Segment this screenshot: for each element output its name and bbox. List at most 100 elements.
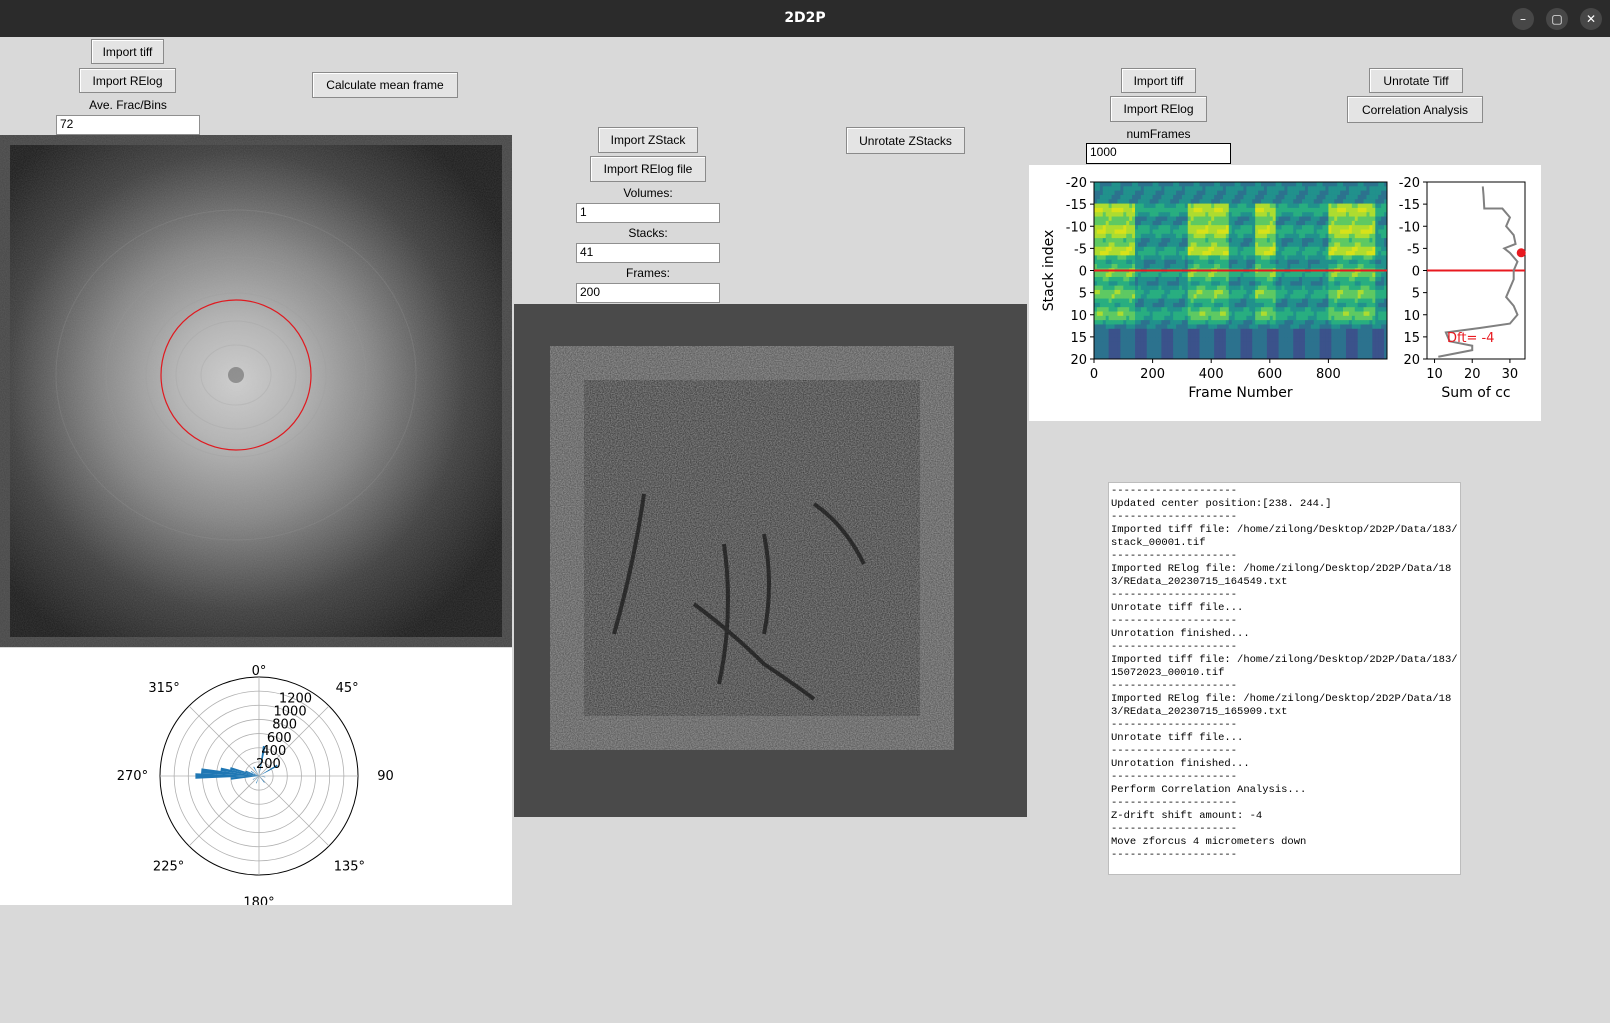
y-tick-label: 15 [1403,331,1420,346]
x-tick-label: 400 [1199,367,1224,382]
y-tick-label: 0 [1079,265,1087,280]
import-relog-file-button[interactable]: Import RElog file [590,156,706,182]
x-tick-label: 0 [1090,367,1098,382]
import-relog-button[interactable]: Import RElog [79,68,176,93]
zstack-panel [514,304,1027,817]
angle-label: 225° [153,859,184,874]
y-tick-label: -10 [1399,220,1420,235]
radial-tick-label: 800 [272,718,297,733]
log-line: Z-drift shift amount: -4 [1111,810,1263,822]
mean-frame-panel [0,135,512,647]
bins-input[interactable]: 72 [56,115,200,135]
y-tick-label: -15 [1399,198,1420,213]
volumes-input[interactable]: 1 [576,203,720,223]
log-line: Unrotate tiff file... [1111,732,1244,744]
log-line: -------------------- [1111,823,1238,835]
x-tick-label: 600 [1257,367,1282,382]
log-line: Unrotate tiff file... [1111,602,1244,614]
frames-label: Frames: [625,266,670,280]
y-tick-label: -15 [1066,198,1087,213]
y-tick-label: 0 [1412,265,1420,280]
radial-tick-label: 200 [256,757,281,772]
y-tick-label: 5 [1412,287,1420,302]
import-tiff-button-right[interactable]: Import tiff [1121,68,1196,93]
minimize-icon[interactable]: – [1512,8,1534,30]
angle-label: 45° [336,681,359,696]
log-line: -------------------- [1111,680,1238,692]
log-line: -------------------- [1111,615,1238,627]
log-line: Updated center position:[238. 244.] [1111,498,1332,510]
angular-gridline [188,705,260,777]
bins-label: Ave. Frac/Bins [89,98,167,112]
angle-label: 90 [377,769,394,784]
unrotate-zstacks-button[interactable]: Unrotate ZStacks [846,127,965,154]
y-tick-label: -10 [1066,220,1087,235]
maximize-icon[interactable]: ▢ [1546,8,1568,30]
x-tick-label: 800 [1316,367,1341,382]
close-icon[interactable]: ✕ [1580,8,1602,30]
log-line: -------------------- [1111,719,1238,731]
log-output[interactable]: -------------------- Updated center posit… [1108,482,1461,875]
import-tiff-button[interactable]: Import tiff [91,39,164,64]
y-tick-label: 20 [1070,353,1087,368]
numframes-label: numFrames [1126,127,1191,141]
frames-input[interactable]: 200 [576,283,720,303]
title-bar: 2D2P – ▢ ✕ [0,0,1610,37]
y-tick-label: 10 [1070,309,1087,324]
x-tick-label: 20 [1464,367,1481,382]
angle-label: 315° [148,681,179,696]
x-tick-label: 30 [1502,367,1519,382]
mean-frame-image[interactable] [0,135,512,647]
log-line: Imported RElog file: /home/zilong/Deskto… [1111,693,1452,718]
line-plot-x-label: Sum of cc [1441,385,1510,401]
numframes-input[interactable]: 1000 [1086,143,1231,164]
x-tick-label: 10 [1426,367,1443,382]
log-line: Imported tiff file: /home/zilong/Desktop… [1111,654,1458,679]
log-line: -------------------- [1111,641,1238,653]
correlation-analysis-button[interactable]: Correlation Analysis [1347,96,1483,123]
log-line: Unrotation finished... [1111,628,1250,640]
drift-annotation: Dft= -4 [1447,331,1494,346]
log-line: -------------------- [1111,485,1238,497]
radial-tick-label: 600 [267,731,292,746]
correlation-chart-panel: -20 -15 -10 -5 0 5 10 15 20 0 200 400 600 800 Frame Nu… [1029,165,1541,421]
angle-label: 180° [243,896,274,905]
y-tick-label: -20 [1399,176,1420,191]
y-tick-label: -5 [1407,242,1420,257]
angle-label: 0° [252,664,267,679]
radial-tick-label: 1000 [274,705,307,720]
stacks-label: Stacks: [628,226,668,240]
heatmap-x-label: Frame Number [1188,385,1293,401]
y-tick-label: 10 [1403,309,1420,324]
volumes-label: Volumes: [623,186,673,200]
radial-tick-label: 1200 [279,692,312,707]
angular-gridline [188,775,260,847]
unrotate-tiff-button[interactable]: Unrotate Tiff [1369,68,1463,93]
heatmap-y-label: Stack index [1041,230,1057,312]
y-tick-label: -5 [1074,242,1087,257]
drift-point [1516,248,1526,258]
angle-label: 270° [117,769,148,784]
log-line: Perform Correlation Analysis... [1111,784,1307,796]
y-tick-label: 20 [1403,353,1420,368]
import-zstack-button[interactable]: Import ZStack [598,127,698,153]
polar-plot-panel: 0° 45° 90 135° 180° 225° 270° 315° 200 400 600 800 1… [0,648,512,911]
y-tick-label: 5 [1079,287,1087,302]
window-title: 2D2P [784,10,826,26]
stacks-input[interactable]: 41 [576,243,720,263]
y-tick-label: -20 [1066,176,1087,191]
radial-tick-label: 400 [261,744,286,759]
polar-histogram: 0°45°90135°180°225°270°315°2004006008001… [117,664,394,911]
log-line: Unrotation finished... [1111,758,1250,770]
log-line: -------------------- [1111,511,1238,523]
zstack-image[interactable] [514,304,1027,817]
import-relog-button-right[interactable]: Import RElog [1110,96,1207,122]
y-tick-label: 15 [1070,331,1087,346]
log-line: -------------------- [1111,589,1238,601]
log-line: -------------------- [1111,745,1238,757]
log-line: -------------------- [1111,849,1238,861]
correlation-charts: -20-15-10-5051015200 200 400 600 800Frame Nu… [1041,176,1526,401]
log-line: -------------------- [1111,550,1238,562]
calculate-mean-frame-button[interactable]: Calculate mean frame [312,72,458,98]
x-tick-label: 200 [1140,367,1165,382]
